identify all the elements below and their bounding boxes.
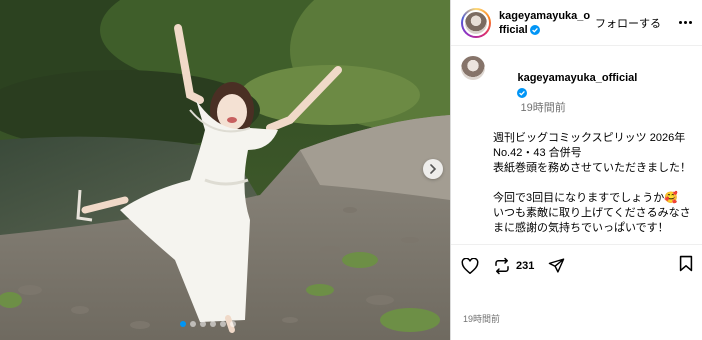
caption-text: 週刊ビッグコミックスピリッツ 2026年 No.42・43 合併号表紙巻頭を務めさ…: [493, 131, 692, 244]
post-photo[interactable]: [0, 0, 450, 340]
post-side-panel: kageyamayuka_official フォローする kageyamayuk…: [450, 0, 702, 340]
caption-line: 週刊ビッグコミックスピリッツ 2026年: [493, 132, 686, 144]
carousel-dot: [180, 321, 186, 327]
post-caption: kageyamayuka_official 19時間前 週刊ビッグコミックスピリ…: [451, 46, 702, 244]
carousel-dot: [230, 321, 236, 327]
caption-username[interactable]: kageyamayuka_official: [517, 72, 637, 84]
carousel-dot: [200, 321, 206, 327]
caption-line: いつも素敵に取り上げてくださるみなさ: [493, 207, 691, 219]
caption-line: 今回で3回目になりますでしょうか🥰: [493, 192, 678, 204]
header-username[interactable]: kageyamayuka_official: [499, 9, 591, 37]
caption-avatar[interactable]: [461, 56, 485, 80]
repost-count: 231: [516, 259, 535, 272]
caption-line: 表紙巻頭を務めさせていただきました！: [493, 162, 691, 174]
verified-icon: [529, 24, 540, 35]
post-timestamp[interactable]: 19時間前: [463, 312, 500, 325]
more-options-icon[interactable]: [679, 21, 692, 24]
carousel-dot: [190, 321, 196, 327]
carousel-dot: [210, 321, 216, 327]
verified-icon: [517, 88, 528, 99]
share-button[interactable]: [548, 257, 565, 274]
caption-line: [493, 236, 692, 244]
caption-time[interactable]: 19時間前: [520, 102, 565, 114]
caption-line: No.42・43 合併号: [493, 147, 582, 159]
caption-body: kageyamayuka_official 19時間前 週刊ビッグコミックスピリ…: [493, 56, 692, 244]
caption-line: まに感謝の気持ちでいっぱいです！: [493, 222, 669, 234]
send-icon: [549, 258, 565, 273]
heart-icon: [461, 257, 479, 274]
action-bar: 231: [451, 244, 702, 286]
post-header: kageyamayuka_official フォローする: [451, 0, 702, 46]
avatar[interactable]: [461, 7, 491, 38]
repost-icon: [495, 257, 509, 274]
like-button[interactable]: [461, 257, 479, 274]
chevron-right-icon: [430, 164, 437, 174]
carousel-indicator: [180, 321, 236, 327]
carousel-dot: [220, 321, 226, 327]
bookmark-icon: [679, 255, 693, 272]
repost-button[interactable]: 231: [493, 257, 534, 275]
caption-line: [493, 176, 692, 191]
save-button[interactable]: [679, 255, 693, 276]
next-slide-button[interactable]: [423, 159, 443, 179]
follow-button[interactable]: フォローする: [595, 15, 661, 31]
post-image: [0, 0, 450, 340]
